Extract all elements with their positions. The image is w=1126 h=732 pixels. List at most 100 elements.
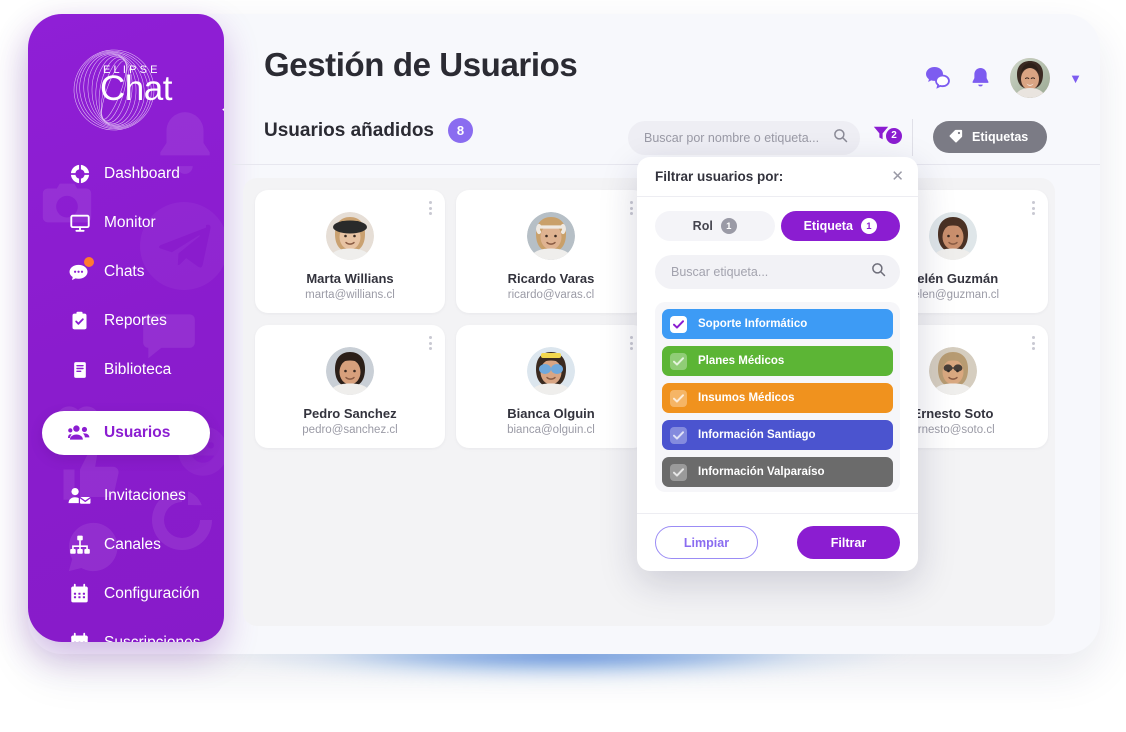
filter-tab-rol[interactable]: Rol 1 <box>655 211 775 241</box>
app-root: ELIPSE Chat ← Dashboard Monitor Chats Repor… <box>0 0 1126 732</box>
kebab-menu-icon[interactable] <box>1032 201 1035 215</box>
page-title: Gestión de Usuarios <box>264 46 578 83</box>
sidebar-item-canales[interactable]: Canales <box>42 523 210 567</box>
users-icon <box>68 422 91 445</box>
tag-label: Información Valparaíso <box>698 466 825 478</box>
tag-label: Soporte Informático <box>698 318 808 330</box>
tag-checkbox[interactable] <box>670 352 687 370</box>
kebab-menu-icon[interactable] <box>630 336 633 350</box>
tag-checkbox[interactable] <box>670 315 687 333</box>
user-email: marta@willians.cl <box>305 289 395 301</box>
sidebar-item-label: Usuarios <box>104 424 171 441</box>
tag-search-box[interactable] <box>655 255 900 289</box>
chevron-down-icon[interactable]: ▼ <box>1069 71 1082 86</box>
modal-body: Rol 1 Etiqueta 1 Soporte Informático Planes … <box>637 197 918 513</box>
sidebar-item-reportes[interactable]: Reportes <box>42 299 210 343</box>
sidebar-nav: Dashboard Monitor Chats Reportes Biblioteca U… <box>28 152 224 642</box>
avatar <box>527 212 575 260</box>
tag-option[interactable]: Soporte Informático <box>662 309 893 339</box>
tag-label: Información Santiago <box>698 429 816 441</box>
calendar-icon <box>68 632 91 642</box>
sidebar-item-label: Biblioteca <box>104 361 172 378</box>
users-added-label: Usuarios añadidos <box>264 119 434 141</box>
user-name: Marta Willians <box>306 271 394 286</box>
kebab-menu-icon[interactable] <box>1032 336 1035 350</box>
tag-option[interactable]: Información Valparaíso <box>662 457 893 487</box>
tag-option[interactable]: Información Santiago <box>662 420 893 450</box>
avatar <box>527 347 575 395</box>
user-card[interactable]: Bianca Olguin bianca@olguin.cl <box>456 325 646 448</box>
sidebar-item-label: Monitor <box>104 214 156 231</box>
user-email: belen@guzman.cl <box>906 289 1000 301</box>
header-divider <box>912 119 913 156</box>
user-email: ricardo@varas.cl <box>507 289 595 301</box>
tag-icon <box>949 129 963 146</box>
sidebar-item-chats[interactable]: Chats <box>42 250 210 294</box>
users-count-badge: 8 <box>448 118 473 143</box>
avatar <box>929 212 977 260</box>
modal-title: Filtrar usuarios por: <box>655 169 784 184</box>
sidebar-item-label: Dashboard <box>104 165 180 182</box>
sitemap-icon <box>68 534 91 557</box>
clear-filters-button[interactable]: Limpiar <box>655 526 758 559</box>
tags-button[interactable]: Etiquetas <box>933 121 1048 153</box>
sidebar-item-configuracion[interactable]: Configuración <box>42 572 210 616</box>
avatar <box>326 212 374 260</box>
user-name: Ernesto Soto <box>912 406 994 421</box>
sidebar-item-biblioteca[interactable]: Biblioteca <box>42 348 210 392</box>
filter-tabs: Rol 1 Etiqueta 1 <box>655 211 900 241</box>
filter-count-badge: 2 <box>886 127 902 144</box>
bottom-glow-decoration <box>150 648 980 726</box>
user-card[interactable]: Ricardo Varas ricardo@varas.cl <box>456 190 646 313</box>
brand-logo: ELIPSE Chat <box>28 40 224 136</box>
tag-checkbox[interactable] <box>670 426 687 444</box>
tag-checkbox[interactable] <box>670 389 687 407</box>
active-filter-indicator[interactable]: 2 <box>872 124 902 147</box>
tag-option[interactable]: Planes Médicos <box>662 346 893 376</box>
chat-bubbles-icon[interactable] <box>925 66 951 90</box>
user-name: Ricardo Varas <box>507 271 595 286</box>
search-icon[interactable] <box>833 128 848 148</box>
user-name: Bianca Olguin <box>507 406 595 421</box>
sidebar-item-usuarios[interactable]: Usuarios <box>42 411 210 455</box>
user-email: bianca@olguin.cl <box>507 424 595 436</box>
sidebar-item-suscripciones[interactable]: Suscripciones <box>42 621 210 642</box>
user-card[interactable]: Pedro Sanchez pedro@sanchez.cl <box>255 325 445 448</box>
sidebar-item-monitor[interactable]: Monitor <box>42 201 210 245</box>
brand-wordmark: ELIPSE Chat <box>100 64 172 106</box>
user-name: Pedro Sanchez <box>303 406 397 421</box>
filter-tab-etiqueta[interactable]: Etiqueta 1 <box>780 211 900 241</box>
user-email: pedro@sanchez.cl <box>302 424 398 436</box>
tag-option[interactable]: Insumos Médicos <box>662 383 893 413</box>
tag-checkbox[interactable] <box>670 463 687 481</box>
kebab-menu-icon[interactable] <box>429 201 432 215</box>
close-icon[interactable]: ✕ <box>891 169 904 184</box>
apply-filter-button[interactable]: Filtrar <box>797 526 900 559</box>
filter-tab-label: Rol <box>692 219 713 233</box>
filter-tab-label: Etiqueta <box>803 219 853 233</box>
tag-options-list[interactable]: Soporte Informático Planes Médicos Insumos… <box>655 302 900 492</box>
bell-icon[interactable] <box>970 67 991 90</box>
search-icon[interactable] <box>871 262 886 282</box>
sidebar-item-dashboard[interactable]: Dashboard <box>42 152 210 196</box>
sidebar: ELIPSE Chat ← Dashboard Monitor Chats Repor… <box>28 14 224 642</box>
sidebar-item-label: Invitaciones <box>104 487 186 504</box>
search-users-box[interactable] <box>628 121 860 155</box>
clipboard-check-icon <box>68 310 91 333</box>
user-card[interactable]: Marta Willians marta@willians.cl <box>255 190 445 313</box>
filter-tab-count: 1 <box>860 218 877 234</box>
user-name: Belén Guzmán <box>907 271 999 286</box>
kebab-menu-icon[interactable] <box>429 336 432 350</box>
sidebar-item-invitaciones[interactable]: Invitaciones <box>42 474 210 518</box>
filter-users-modal: Filtrar usuarios por: ✕ Rol 1 Etiqueta 1 So… <box>637 157 918 571</box>
kebab-menu-icon[interactable] <box>630 201 633 215</box>
sidebar-collapse-arrow-left-icon[interactable]: ← <box>218 96 224 117</box>
tag-search-input[interactable] <box>671 265 871 279</box>
sidebar-item-label: Suscripciones <box>104 634 201 642</box>
monitor-icon <box>68 212 91 235</box>
avatar[interactable] <box>1010 58 1051 98</box>
header-actions: ▼ <box>925 58 1082 98</box>
search-input[interactable] <box>644 131 833 145</box>
sidebar-item-label: Chats <box>104 263 145 280</box>
